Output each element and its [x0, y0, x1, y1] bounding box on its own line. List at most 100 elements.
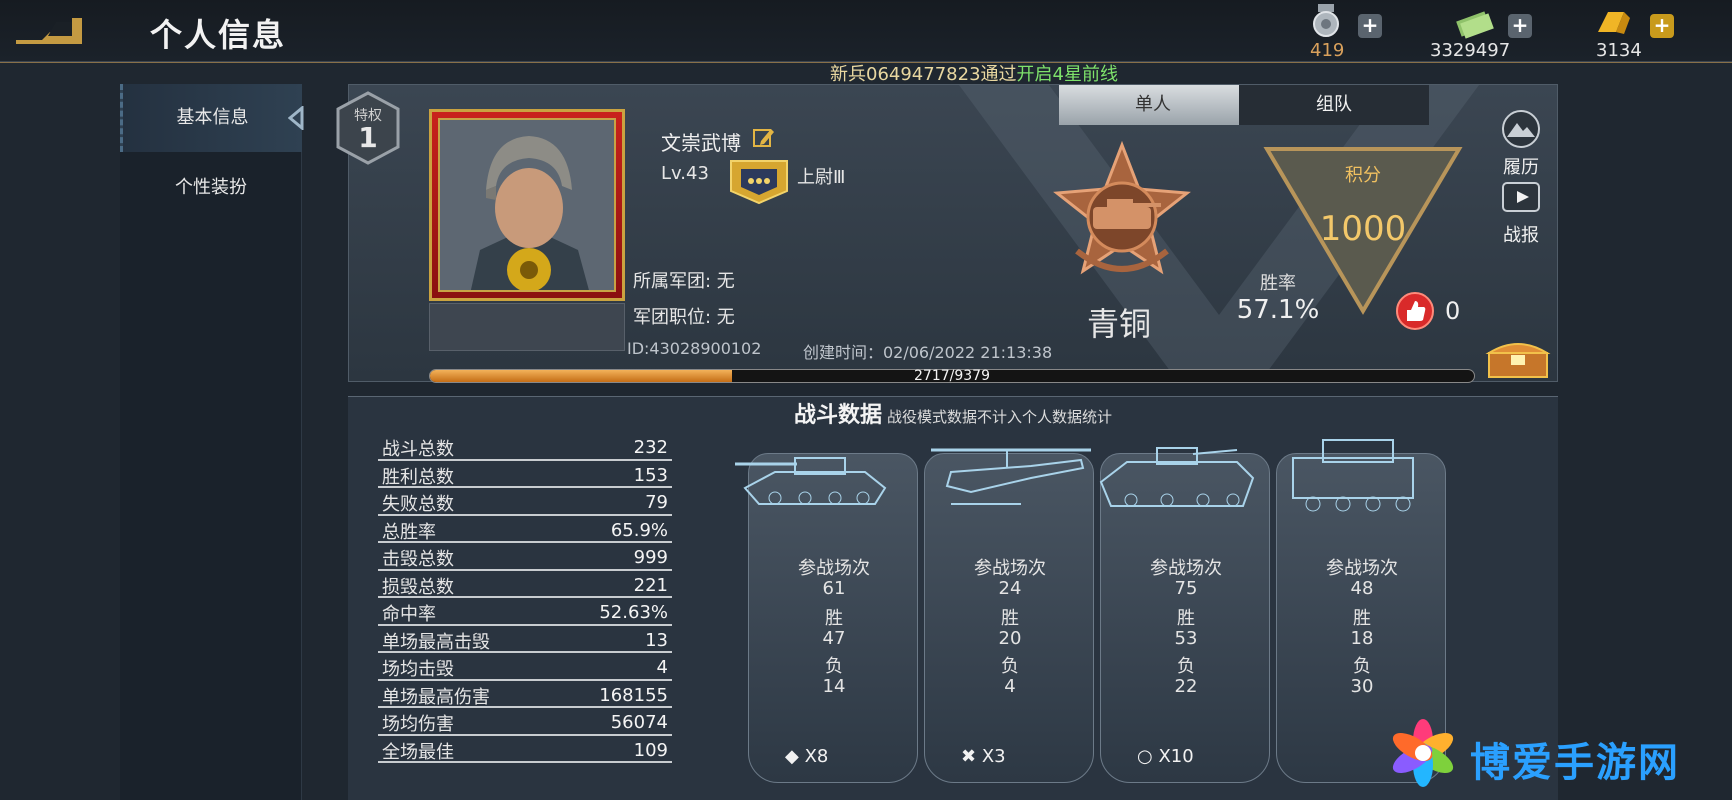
wins-value: 18 — [1350, 628, 1374, 649]
stat-value: 4 — [656, 657, 668, 678]
add-medal-button[interactable]: + — [1358, 14, 1382, 38]
vehicle-card-helicopter[interactable]: 参战场次 24 胜 20 负 4 ✖ X3 — [924, 448, 1094, 783]
legion-position: 军团职位: 无 — [633, 307, 735, 328]
mode-tabs: 单人 组队 — [1059, 85, 1429, 125]
privilege-level: 1 — [358, 121, 378, 154]
watermark-text: 博爱手游网 — [1470, 740, 1680, 786]
avatar-nameplate — [429, 303, 625, 351]
stat-label: 场均伤害 — [382, 714, 454, 735]
history-button[interactable]: 履历 — [1493, 109, 1549, 178]
wins-value: 47 — [822, 628, 846, 649]
stat-label: 胜利总数 — [382, 466, 454, 488]
privilege-badge[interactable]: 特权 1 — [335, 91, 401, 165]
bronze-tier-medal-icon — [1053, 141, 1191, 275]
thumbs-up-icon[interactable] — [1395, 291, 1435, 331]
wins-label: 胜 — [825, 608, 843, 629]
profile-card: 特权 1 文崇武博 Lv.43 上尉Ⅲ 所属军团: 无 军团职位: 无 ID:4… — [336, 84, 1558, 384]
battle-data-subtitle: 战役模式数据不计入个人数据统计 — [887, 408, 1113, 426]
gold-bar-currency-icon — [1598, 12, 1630, 34]
vehicle-card-tank[interactable]: 参战场次 61 胜 47 负 14 ◆ X8 — [735, 453, 918, 783]
back-arrow-icon[interactable] — [12, 10, 86, 48]
losses-value: 22 — [1174, 676, 1198, 697]
battle-data-title: 战斗数据 — [793, 403, 882, 428]
add-gold-button[interactable]: + — [1650, 14, 1674, 38]
wins-label: 胜 — [1177, 608, 1195, 629]
top-bar: 个人信息 + 419 + 3329497 + 3134 — [0, 0, 1732, 62]
winrate-label: 胜率 — [1260, 273, 1296, 294]
stat-value: 52.63% — [599, 602, 668, 623]
vehicle-card-ifv[interactable]: 参战场次 75 胜 53 负 22 ○ X10 — [1099, 447, 1270, 783]
stat-row: 场均击毁 4 — [378, 653, 672, 681]
page-title: 个人信息 — [150, 16, 287, 54]
medal-currency-icon — [1313, 4, 1339, 37]
sidebar-item-label: 基本信息 — [176, 107, 249, 128]
medal-currency: + 419 — [1306, 4, 1426, 61]
ticker-highlight: 开启4星前线 — [1016, 64, 1118, 85]
losses-label: 负 — [1177, 656, 1195, 677]
player-name: 文崇武博 — [661, 131, 741, 155]
armored-vehicle-icon — [1099, 447, 1255, 507]
rocket-artillery-icon — [1292, 439, 1414, 512]
stat-row: 胜利总数 153 — [378, 461, 672, 488]
xp-progress-text: 2717/9379 — [914, 368, 990, 384]
battles-label: 参战场次 — [974, 558, 1046, 579]
losses-value: 4 — [1004, 676, 1016, 697]
stat-value: 153 — [633, 464, 668, 486]
stat-value: 13 — [645, 629, 668, 651]
stat-label: 命中率 — [382, 604, 436, 625]
tank-icon — [735, 457, 887, 505]
sidebar-item-customize[interactable]: 个性装扮 — [120, 154, 302, 222]
stat-label: 总胜率 — [382, 521, 436, 543]
stat-value: 221 — [633, 574, 668, 596]
battle-report-button[interactable]: 战报 — [1493, 177, 1549, 246]
stat-value: 56074 — [610, 712, 668, 733]
battles-value: 24 — [998, 578, 1022, 599]
stat-label: 单场最高击毁 — [382, 631, 490, 653]
stat-row: 战斗总数 232 — [378, 433, 672, 461]
vehicle-symbol-icon: ○ — [1137, 746, 1153, 767]
player-level: Lv.43 — [661, 163, 709, 184]
battle-report-label: 战报 — [1503, 225, 1539, 246]
sidebar-item-basic-info[interactable]: 基本信息 — [120, 84, 304, 152]
battles-value: 75 — [1174, 578, 1198, 599]
cash-currency: + 3329497 — [1430, 4, 1550, 61]
stat-label: 战斗总数 — [382, 439, 454, 460]
losses-value: 14 — [822, 676, 846, 697]
helicopter-icon — [931, 448, 1091, 505]
stat-value: 168155 — [599, 684, 668, 706]
news-ticker: 新兵0649477823通过开启4星前线 — [830, 60, 1150, 86]
score-label: 积分 — [1345, 165, 1381, 186]
edit-icon[interactable] — [753, 127, 775, 149]
avatar-frame[interactable] — [429, 109, 625, 301]
losses-label: 负 — [825, 656, 843, 677]
stat-label: 损毁总数 — [382, 576, 454, 598]
tab-single[interactable]: 单人 — [1059, 85, 1247, 125]
tab-team[interactable]: 组队 — [1239, 85, 1429, 125]
wins-label: 胜 — [1001, 608, 1019, 629]
sidebar-item-label: 个性装扮 — [175, 177, 247, 198]
vehicle-count: ○ X10 — [1137, 746, 1194, 767]
treasure-chest-icon[interactable] — [1485, 339, 1551, 379]
stat-row: 场均伤害 56074 — [378, 708, 672, 736]
stat-row: 击毁总数 999 — [378, 543, 672, 571]
stat-value: 65.9% — [610, 519, 668, 541]
watermark: 博爱手游网 — [1388, 718, 1732, 788]
legion-name: 所属军团: 无 — [633, 271, 735, 292]
losses-label: 负 — [1353, 656, 1371, 677]
gold-currency-value: 3134 — [1596, 40, 1642, 61]
battles-label: 参战场次 — [1326, 558, 1398, 579]
stat-row: 命中率 52.63% — [378, 598, 672, 626]
vehicle-count: ◆ X8 — [785, 746, 828, 767]
vehicle-count-value: X10 — [1158, 746, 1194, 767]
wins-value: 53 — [1174, 628, 1198, 649]
cash-currency-value: 3329497 — [1430, 40, 1511, 61]
stat-label: 场均击毁 — [382, 659, 454, 680]
cash-currency-icon — [1456, 11, 1494, 39]
add-cash-button[interactable]: + — [1508, 14, 1532, 38]
stat-row: 损毁总数 221 — [378, 571, 672, 598]
stat-value: 999 — [633, 547, 668, 568]
stat-row: 全场最佳 109 — [378, 736, 672, 763]
player-id: ID:43028900102 — [627, 339, 762, 358]
mountain-history-icon — [1502, 110, 1540, 148]
battles-value: 48 — [1350, 578, 1374, 599]
